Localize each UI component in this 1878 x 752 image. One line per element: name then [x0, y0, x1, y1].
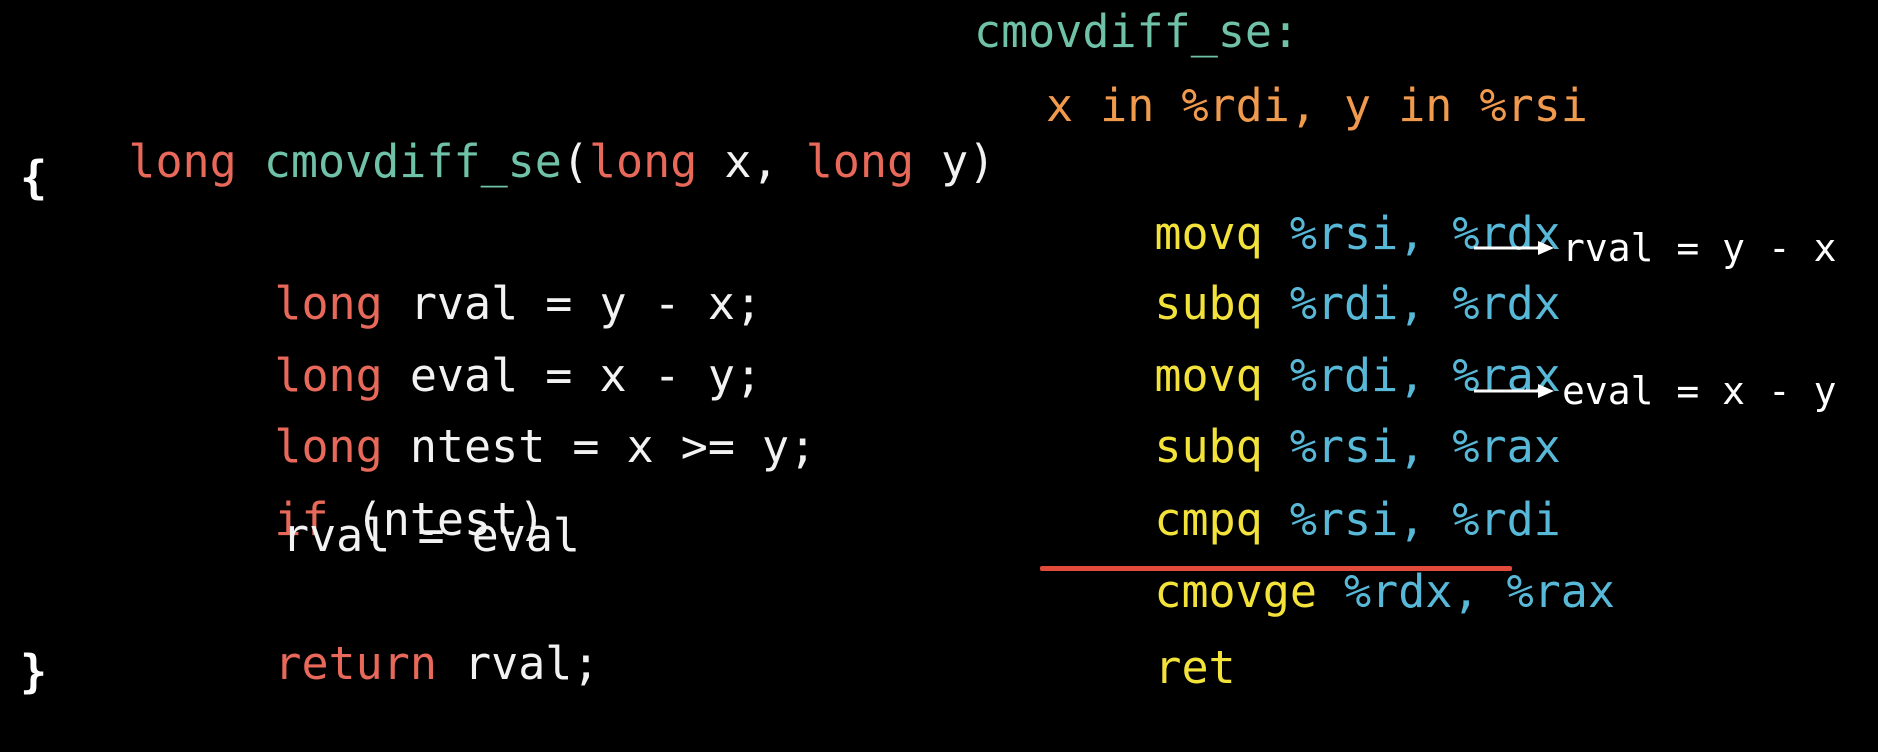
asm-operands: %rdx, %rax	[1316, 565, 1615, 618]
param2-type: long	[805, 135, 915, 188]
asm-label: cmovdiff_se:	[974, 5, 1300, 58]
asm-instr-3: movq %rdi, %rax	[1046, 292, 1560, 402]
asm-op: ret	[1154, 641, 1236, 694]
slide: long cmovdiff_se(long x, long y) { long …	[0, 0, 1878, 710]
function-name: cmovdiff_se	[263, 135, 562, 188]
arrow-right-icon	[1474, 220, 1554, 276]
asm-instr-5: cmpq %rsi, %rdi	[1046, 436, 1560, 546]
arrow-right-icon	[1474, 363, 1554, 419]
param1-type: long	[588, 135, 698, 188]
asm-instr-7: ret	[1046, 584, 1235, 694]
asm-arg-note: x in %rdi, y in %rsi	[1046, 79, 1588, 132]
open-paren: (	[561, 135, 589, 188]
asm-instr-6-highlighted: cmovge %rdx, %rax	[1046, 508, 1615, 618]
return-keyword: return	[274, 637, 437, 690]
annotation-eval: eval = x - y	[1562, 369, 1837, 413]
param1-name: x,	[697, 135, 806, 188]
return-type: long	[128, 135, 237, 188]
param2-name: y)	[914, 135, 996, 188]
return-value: rval;	[436, 637, 600, 690]
c-line-return: return rval;	[166, 580, 599, 690]
c-line-assign: rval = eval	[282, 509, 581, 562]
highlight-underline	[1040, 566, 1512, 571]
c-line-eval: long eval = x - y;	[166, 292, 762, 402]
close-brace: }	[20, 645, 48, 698]
asm-instr-1: movq %rsi, %rdx	[1046, 150, 1560, 260]
annotation-rval: rval = y - x	[1562, 226, 1837, 270]
c-function-signature: long cmovdiff_se(long x, long y)	[20, 78, 995, 188]
c-line-if: if (ntest)	[166, 436, 545, 546]
open-brace: {	[20, 151, 48, 204]
c-line-ntest: long ntest = x >= y;	[166, 363, 816, 473]
c-line-rval: long rval = y - x;	[166, 220, 762, 330]
